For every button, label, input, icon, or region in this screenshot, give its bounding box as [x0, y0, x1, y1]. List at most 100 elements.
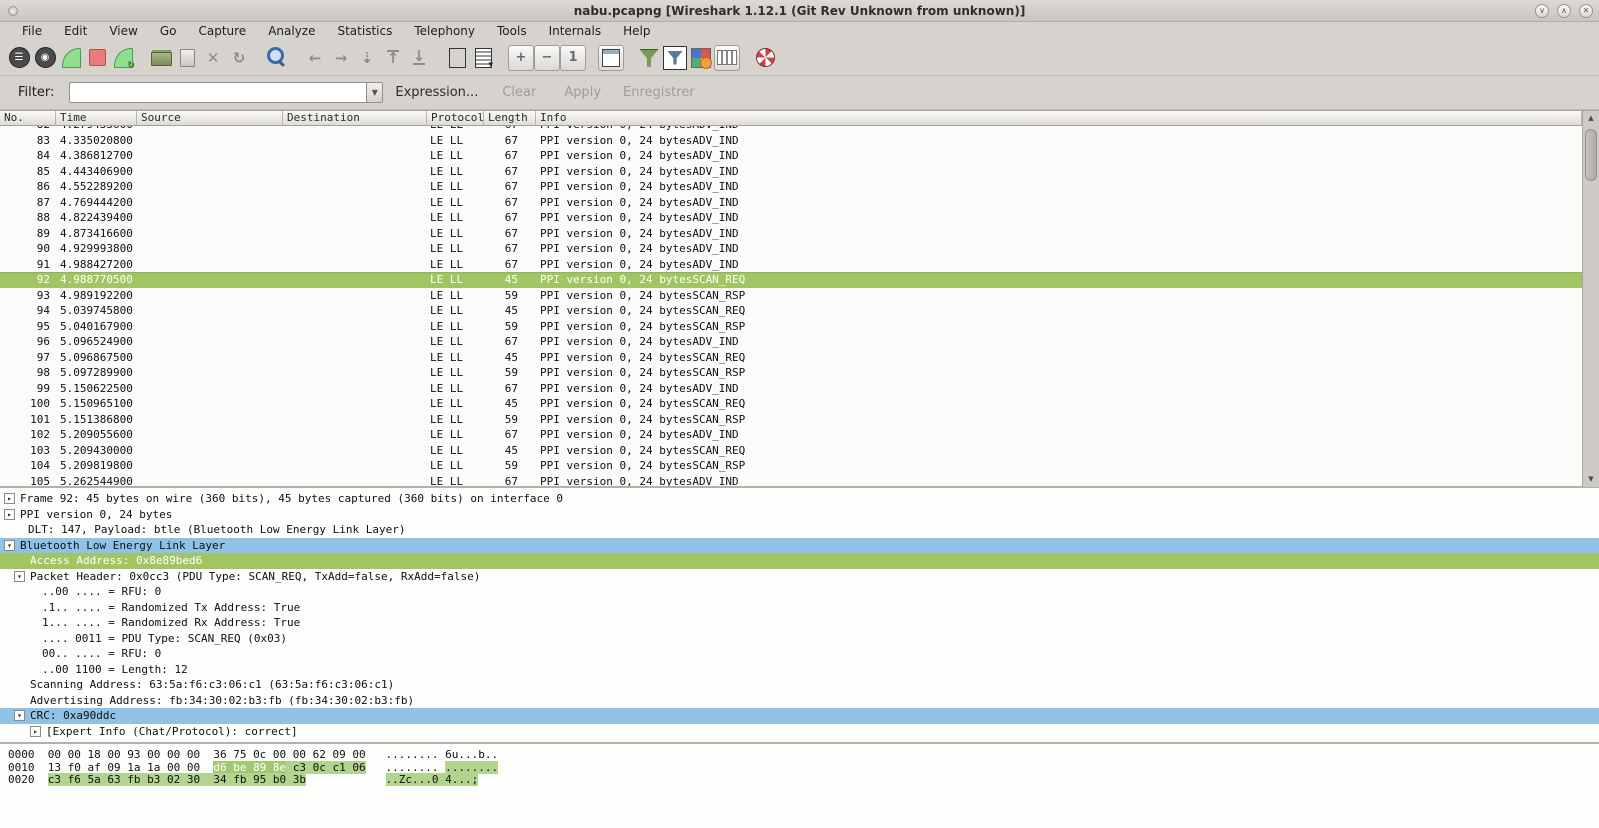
go-top-icon[interactable]: ↑ [380, 45, 406, 71]
find-packet-icon[interactable] [264, 45, 290, 71]
menu-item-capture[interactable]: Capture [187, 22, 257, 40]
maximize-button[interactable]: ∧ [1557, 4, 1571, 18]
hex-row[interactable]: 0000 00 00 18 00 93 00 00 00 36 75 0c 00… [8, 749, 1599, 762]
coloring-rules-icon[interactable] [688, 45, 714, 71]
detail-row[interactable]: DLT: 147, Payload: btle (Bluetooth Low E… [0, 522, 1599, 538]
packet-row[interactable]: 985.097289900LE LL59PPI version 0, 24 by… [0, 365, 1582, 381]
menu-item-edit[interactable]: Edit [53, 22, 98, 40]
restart-capture-icon[interactable] [110, 45, 136, 71]
clear-button[interactable]: Clear [502, 85, 536, 100]
detail-row[interactable]: ▸[Expert Info (Chat/Protocol): correct] [0, 724, 1599, 740]
zoom-in-icon[interactable]: + [508, 45, 534, 71]
menu-item-statistics[interactable]: Statistics [326, 22, 403, 40]
detail-row[interactable]: ▸PPI version 0, 24 bytes [0, 507, 1599, 523]
packet-row[interactable]: 965.096524900LE LL67PPI version 0, 24 by… [0, 334, 1582, 350]
menu-item-view[interactable]: View [98, 22, 148, 40]
packet-row[interactable]: 934.989192200LE LL59PPI version 0, 24 by… [0, 288, 1582, 304]
menu-item-file[interactable]: File [11, 22, 53, 40]
menu-item-go[interactable]: Go [149, 22, 188, 40]
packet-row[interactable]: 884.822439400LE LL67PPI version 0, 24 by… [0, 210, 1582, 226]
go-back-icon[interactable]: ← [302, 45, 328, 71]
help-icon[interactable] [752, 45, 778, 71]
detail-row[interactable]: Advertising Address: fb:34:30:02:b3:fb (… [0, 693, 1599, 709]
expander-icon[interactable]: ▸ [4, 493, 15, 504]
detail-row[interactable]: .... 0011 = PDU Type: SCAN_REQ (0x03) [0, 631, 1599, 647]
colorize-icon[interactable] [444, 45, 470, 71]
detail-row[interactable]: Access Address: 0x8e89bed6 [0, 553, 1599, 569]
column-header-info[interactable]: Info [536, 111, 1582, 126]
menu-item-analyze[interactable]: Analyze [257, 22, 326, 40]
packet-row[interactable]: 1015.151386800LE LL59PPI version 0, 24 b… [0, 412, 1582, 428]
packet-row[interactable]: 894.873416600LE LL67PPI version 0, 24 by… [0, 226, 1582, 242]
packet-row[interactable]: 1055.262544900LE LL67PPI version 0, 24 b… [0, 474, 1582, 487]
menu-item-tools[interactable]: Tools [486, 22, 538, 40]
scroll-down-icon[interactable]: ▼ [1583, 472, 1599, 487]
go-to-packet-icon[interactable]: ⇣ [354, 45, 380, 71]
save-file-icon[interactable] [174, 45, 200, 71]
packet-row[interactable]: 975.096867500LE LL45PPI version 0, 24 by… [0, 350, 1582, 366]
menu-item-internals[interactable]: Internals [538, 22, 613, 40]
detail-row[interactable]: ▾Packet Header: 0x0cc3 (PDU Type: SCAN_R… [0, 569, 1599, 585]
packet-row[interactable]: 1025.209055600LE LL67PPI version 0, 24 b… [0, 427, 1582, 443]
packet-row[interactable]: 854.443406900LE LL67PPI version 0, 24 by… [0, 164, 1582, 180]
go-forward-icon[interactable]: → [328, 45, 354, 71]
close-file-icon[interactable]: ✕ [200, 45, 226, 71]
packet-row[interactable]: 924.988770500LE LL45PPI version 0, 24 by… [0, 272, 1582, 288]
expander-icon[interactable]: ▸ [4, 509, 15, 520]
menu-item-help[interactable]: Help [612, 22, 661, 40]
capture-options-icon[interactable]: ◉ [32, 45, 58, 71]
detail-row[interactable]: Scanning Address: 63:5a:f6:c3:06:c1 (63:… [0, 677, 1599, 693]
packet-row[interactable]: 874.769444200LE LL67PPI version 0, 24 by… [0, 195, 1582, 211]
open-file-icon[interactable] [148, 45, 174, 71]
preferences-icon[interactable] [714, 45, 740, 71]
start-capture-icon[interactable] [58, 45, 84, 71]
column-header-no[interactable]: No. [0, 111, 56, 126]
packet-row[interactable]: 904.929993800LE LL67PPI version 0, 24 by… [0, 241, 1582, 257]
column-header-length[interactable]: Length [484, 111, 536, 126]
expander-icon[interactable]: ▾ [14, 710, 25, 721]
zoom-normal-icon[interactable]: 1 [560, 45, 586, 71]
packet-list-scrollbar[interactable]: ▲ ▼ [1582, 111, 1599, 487]
go-bottom-icon[interactable]: ↓ [406, 45, 432, 71]
packet-row[interactable]: 844.386812700LE LL67PPI version 0, 24 by… [0, 148, 1582, 164]
capture-filters-icon[interactable] [636, 45, 662, 71]
zoom-out-icon[interactable]: − [534, 45, 560, 71]
expander-icon[interactable]: ▾ [4, 540, 15, 551]
detail-row[interactable]: ▾Bluetooth Low Energy Link Layer [0, 538, 1599, 554]
detail-row[interactable]: ▾CRC: 0xa90ddc [0, 708, 1599, 724]
packet-row[interactable]: 1045.209819800LE LL59PPI version 0, 24 b… [0, 458, 1582, 474]
detail-row[interactable]: ..00 1100 = Length: 12 [0, 662, 1599, 678]
detail-row[interactable]: 1... .... = Randomized Rx Address: True [0, 615, 1599, 631]
resize-columns-icon[interactable] [598, 45, 624, 71]
column-header-destination[interactable]: Destination [283, 111, 427, 126]
close-button[interactable]: ✕ [1579, 4, 1593, 18]
detail-row[interactable]: 00.. .... = RFU: 0 [0, 646, 1599, 662]
column-header-protocol[interactable]: Protocol [427, 111, 484, 126]
column-header-source[interactable]: Source [137, 111, 283, 126]
menu-item-telephony[interactable]: Telephony [403, 22, 486, 40]
hex-row[interactable]: 0020 c3 f6 5a 63 fb b3 02 30 34 fb 95 b0… [8, 774, 1599, 787]
packet-row[interactable]: 945.039745800LE LL45PPI version 0, 24 by… [0, 303, 1582, 319]
minimize-button[interactable]: ∨ [1535, 4, 1549, 18]
packet-row[interactable]: 864.552289200LE LL67PPI version 0, 24 by… [0, 179, 1582, 195]
save-filter-button[interactable]: Enregistrer [623, 85, 695, 100]
expander-icon[interactable]: ▾ [14, 571, 25, 582]
scroll-up-icon[interactable]: ▲ [1583, 111, 1599, 126]
expander-icon[interactable]: ▸ [30, 726, 41, 737]
packet-row[interactable]: 1005.150965100LE LL45PPI version 0, 24 b… [0, 396, 1582, 412]
stop-capture-icon[interactable] [84, 45, 110, 71]
scrollbar-thumb[interactable] [1585, 129, 1597, 181]
packet-row[interactable]: 995.150622500LE LL67PPI version 0, 24 by… [0, 381, 1582, 397]
auto-scroll-icon[interactable] [470, 45, 496, 71]
reload-file-icon[interactable]: ↻ [226, 45, 252, 71]
packet-row[interactable]: 1035.209430000LE LL45PPI version 0, 24 b… [0, 443, 1582, 459]
filter-dropdown-icon[interactable]: ▼ [366, 82, 383, 103]
packet-row[interactable]: 955.040167900LE LL59PPI version 0, 24 by… [0, 319, 1582, 335]
apply-button[interactable]: Apply [564, 85, 601, 100]
detail-row[interactable]: ▸Frame 92: 45 bytes on wire (360 bits), … [0, 491, 1599, 507]
window-menu-icon[interactable] [8, 6, 18, 16]
detail-row[interactable]: .1.. .... = Randomized Tx Address: True [0, 600, 1599, 616]
filter-input[interactable] [69, 82, 366, 103]
column-header-time[interactable]: Time [56, 111, 137, 126]
packet-row[interactable]: 914.988427200LE LL67PPI version 0, 24 by… [0, 257, 1582, 273]
